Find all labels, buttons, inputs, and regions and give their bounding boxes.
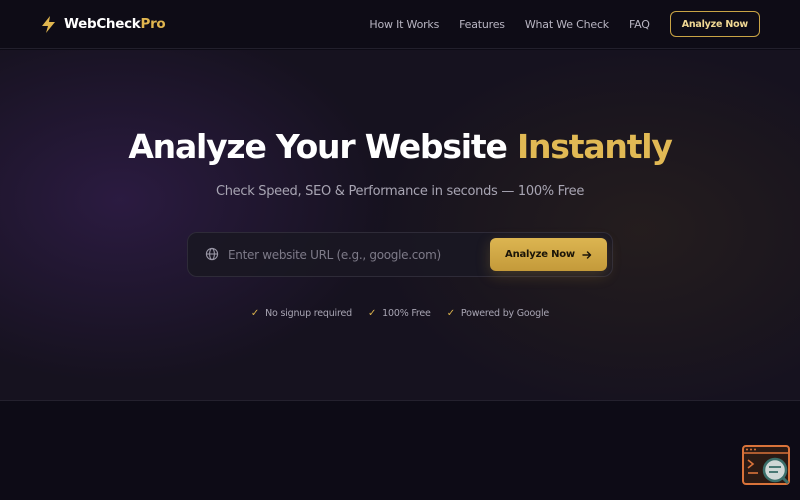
arrow-right-icon bbox=[582, 250, 592, 259]
nav-link-how-it-works[interactable]: How It Works bbox=[369, 18, 439, 31]
logo-text-accent: Pro bbox=[140, 16, 166, 32]
lightning-bolt-icon bbox=[42, 15, 55, 33]
logo-text-main: WebCheck bbox=[64, 16, 141, 32]
globe-icon bbox=[205, 247, 219, 261]
badge-label: 100% Free bbox=[382, 308, 431, 319]
hero-title: Analyze Your Website Instantly bbox=[0, 127, 800, 166]
nav-link-faq[interactable]: FAQ bbox=[629, 18, 650, 31]
nav-link-features[interactable]: Features bbox=[459, 18, 505, 31]
trust-badges: ✓ No signup required ✓ 100% Free ✓ Power… bbox=[0, 308, 800, 319]
analyze-now-button-label: Analyze Now bbox=[505, 249, 575, 260]
badge-label: No signup required bbox=[265, 308, 352, 319]
hero-title-accent: Instantly bbox=[516, 127, 673, 166]
hero-section: Analyze Your Website Instantly Check Spe… bbox=[0, 50, 800, 401]
analyze-now-button[interactable]: Analyze Now bbox=[490, 238, 607, 271]
url-search-form: Analyze Now bbox=[187, 232, 613, 277]
main-nav: How It Works Features What We Check FAQ … bbox=[369, 11, 760, 37]
page: WebCheckPro How It Works Features What W… bbox=[0, 0, 800, 500]
terminal-magnifier-icon[interactable] bbox=[742, 445, 790, 485]
lower-section bbox=[0, 401, 800, 500]
hero-title-main: Analyze Your Website bbox=[128, 127, 517, 166]
check-icon: ✓ bbox=[446, 308, 455, 319]
badge-powered-by-google: ✓ Powered by Google bbox=[446, 308, 550, 319]
header-analyze-button[interactable]: Analyze Now bbox=[669, 11, 760, 37]
url-input[interactable] bbox=[228, 244, 483, 266]
nav-link-what-we-check[interactable]: What We Check bbox=[525, 18, 609, 31]
logo[interactable]: WebCheckPro bbox=[41, 15, 166, 33]
hero-subtitle: Check Speed, SEO & Performance in second… bbox=[215, 184, 585, 199]
badge-free: ✓ 100% Free bbox=[368, 308, 431, 319]
site-header: WebCheckPro How It Works Features What W… bbox=[0, 0, 800, 49]
badge-label: Powered by Google bbox=[460, 308, 550, 319]
logo-text: WebCheckPro bbox=[64, 16, 166, 32]
check-icon: ✓ bbox=[367, 308, 377, 319]
check-icon: ✓ bbox=[250, 308, 260, 319]
badge-no-signup: ✓ No signup required bbox=[251, 308, 352, 319]
